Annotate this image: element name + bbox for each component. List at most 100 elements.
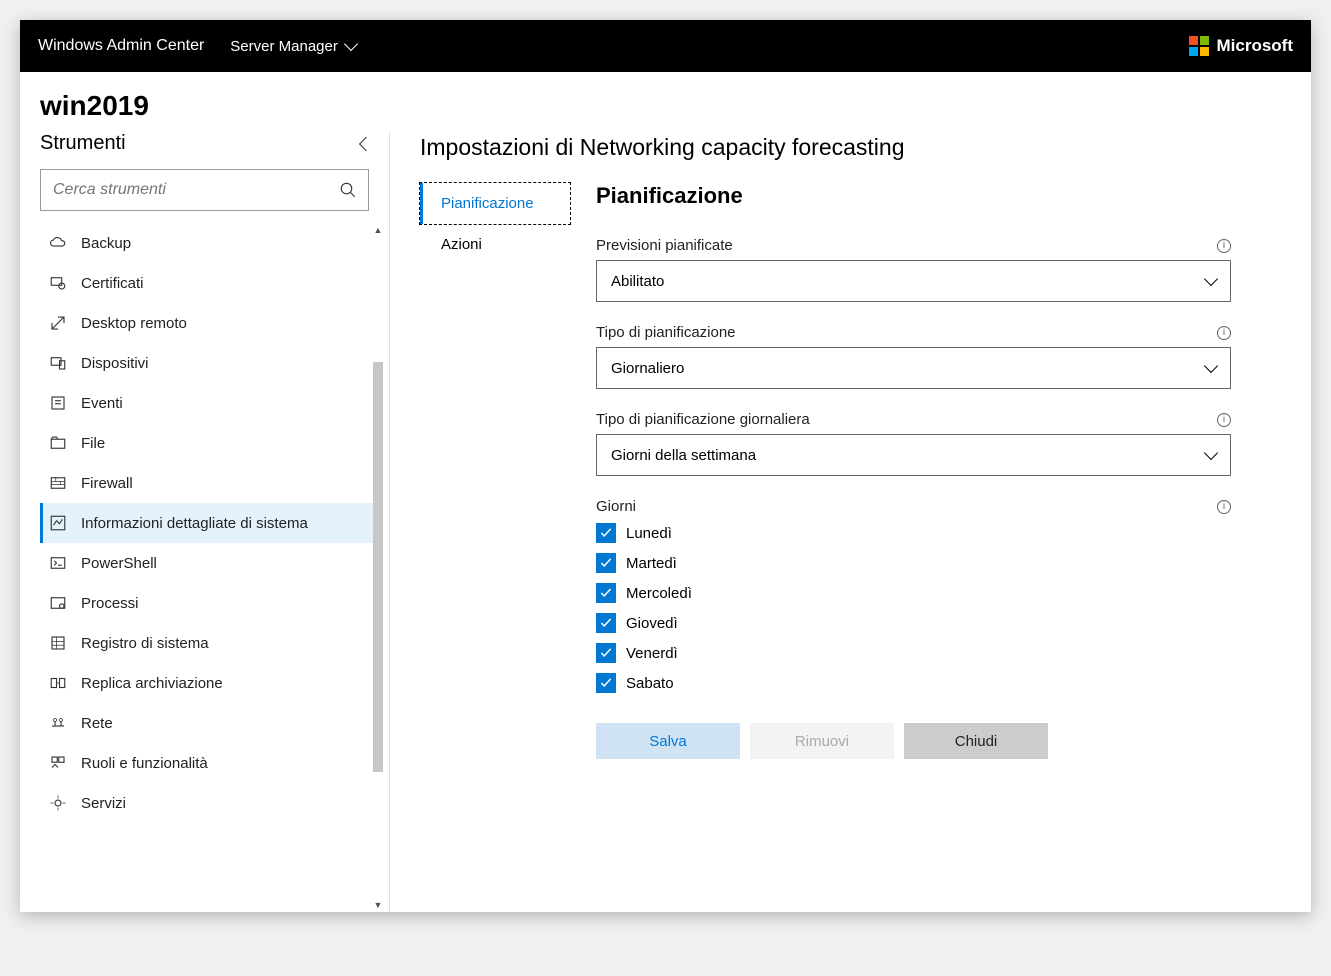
checkbox-icon[interactable] bbox=[596, 553, 616, 573]
select-value: Giorni della settimana bbox=[611, 447, 756, 464]
day-checkbox-row[interactable]: Lunedì bbox=[596, 523, 1231, 543]
checkbox-label: Martedì bbox=[626, 555, 677, 572]
microsoft-logo-icon bbox=[1189, 36, 1209, 56]
chevron-down-icon bbox=[344, 37, 358, 51]
sidebar-item-insights[interactable]: Informazioni dettagliate di sistema bbox=[40, 503, 375, 543]
field-label: Giorni bbox=[596, 498, 636, 515]
events-icon bbox=[49, 394, 67, 412]
settings-heading: Pianificazione bbox=[596, 183, 1231, 209]
tab-pianificazione[interactable]: Pianificazione bbox=[420, 183, 570, 224]
scroll-up-icon[interactable]: ▲ bbox=[372, 223, 385, 237]
sidebar-item-label: Processi bbox=[81, 595, 139, 612]
checkbox-icon[interactable] bbox=[596, 613, 616, 633]
sidebar-item-remote[interactable]: Desktop remoto bbox=[40, 303, 375, 343]
sidebar-item-label: PowerShell bbox=[81, 555, 157, 572]
tool-list: Backup Certificati Desktop remoto Dispositi… bbox=[40, 223, 375, 823]
sidebar-item-label: Rete bbox=[81, 715, 113, 732]
search-input[interactable] bbox=[40, 169, 369, 211]
devices-icon bbox=[49, 354, 67, 372]
topbar: Windows Admin Center Server Manager Micr… bbox=[20, 20, 1311, 72]
scheduled-forecasts-select[interactable]: Abilitato bbox=[596, 260, 1231, 302]
sidebar-item-label: Informazioni dettagliate di sistema bbox=[81, 515, 308, 532]
info-icon[interactable]: i bbox=[1217, 413, 1231, 427]
checkbox-label: Giovedì bbox=[626, 615, 678, 632]
field-daily-type: Tipo di pianificazione giornaliera i Gio… bbox=[596, 411, 1231, 476]
sidebar-item-shell[interactable]: PowerShell bbox=[40, 543, 375, 583]
day-checkbox-row[interactable]: Giovedì bbox=[596, 613, 1231, 633]
roles-icon bbox=[49, 754, 67, 772]
app-title: Windows Admin Center bbox=[38, 37, 204, 55]
sidebar-item-label: Servizi bbox=[81, 795, 126, 812]
sidebar-item-services[interactable]: Servizi bbox=[40, 783, 375, 823]
checkbox-icon[interactable] bbox=[596, 673, 616, 693]
checkbox-icon[interactable] bbox=[596, 523, 616, 543]
checkbox-label: Lunedì bbox=[626, 525, 672, 542]
sidebar-item-devices[interactable]: Dispositivi bbox=[40, 343, 375, 383]
sidebar-item-label: Ruoli e funzionalità bbox=[81, 755, 208, 772]
app-window: Windows Admin Center Server Manager Micr… bbox=[20, 20, 1311, 912]
select-value: Abilitato bbox=[611, 273, 664, 290]
context-dropdown-label: Server Manager bbox=[230, 38, 338, 55]
field-label: Tipo di pianificazione giornaliera bbox=[596, 411, 810, 428]
scroll-down-icon[interactable]: ▼ bbox=[372, 898, 385, 912]
sidebar-item-label: Replica archiviazione bbox=[81, 675, 223, 692]
sidebar-item-file[interactable]: File bbox=[40, 423, 375, 463]
sidebar-item-replica[interactable]: Replica archiviazione bbox=[40, 663, 375, 703]
day-checkbox-row[interactable]: Martedì bbox=[596, 553, 1231, 573]
sidebar-item-label: Backup bbox=[81, 235, 131, 252]
scrollbar-thumb[interactable] bbox=[373, 362, 383, 772]
context-dropdown[interactable]: Server Manager bbox=[230, 38, 356, 55]
info-icon[interactable]: i bbox=[1217, 500, 1231, 514]
services-icon bbox=[49, 794, 67, 812]
daily-type-select[interactable]: Giorni della settimana bbox=[596, 434, 1231, 476]
sidebar-item-label: Desktop remoto bbox=[81, 315, 187, 332]
day-checkbox-row[interactable]: Mercoledì bbox=[596, 583, 1231, 603]
info-icon[interactable]: i bbox=[1217, 239, 1231, 253]
select-value: Giornaliero bbox=[611, 360, 684, 377]
firewall-icon bbox=[49, 474, 67, 492]
sidebar-item-label: Dispositivi bbox=[81, 355, 149, 372]
chevron-down-icon bbox=[1204, 446, 1218, 460]
sidebar-item-roles[interactable]: Ruoli e funzionalità bbox=[40, 743, 375, 783]
scrollbar[interactable]: ▲ ▼ bbox=[369, 223, 387, 912]
tab-azioni[interactable]: Azioni bbox=[420, 224, 570, 265]
remove-button[interactable]: Rimuovi bbox=[750, 723, 894, 759]
checkbox-icon[interactable] bbox=[596, 583, 616, 603]
sidebar-item-registry[interactable]: Registro di sistema bbox=[40, 623, 375, 663]
checkbox-icon[interactable] bbox=[596, 643, 616, 663]
search-icon bbox=[339, 181, 357, 199]
day-checkbox-row[interactable]: Sabato bbox=[596, 673, 1231, 693]
replica-icon bbox=[49, 674, 67, 692]
sidebar-item-label: Registro di sistema bbox=[81, 635, 209, 652]
checkbox-label: Mercoledì bbox=[626, 585, 692, 602]
brand: Microsoft bbox=[1189, 36, 1294, 56]
server-name: win2019 bbox=[20, 72, 1311, 132]
checkbox-label: Venerdì bbox=[626, 645, 678, 662]
chevron-down-icon bbox=[1204, 359, 1218, 373]
sidebar-item-process[interactable]: Processi bbox=[40, 583, 375, 623]
field-label: Tipo di pianificazione bbox=[596, 324, 736, 341]
save-button[interactable]: Salva bbox=[596, 723, 740, 759]
field-schedule-type: Tipo di pianificazione i Giornaliero bbox=[596, 324, 1231, 389]
schedule-type-select[interactable]: Giornaliero bbox=[596, 347, 1231, 389]
sidebar-item-label: Certificati bbox=[81, 275, 144, 292]
field-label: Previsioni pianificate bbox=[596, 237, 733, 254]
sidebar-item-events[interactable]: Eventi bbox=[40, 383, 375, 423]
sidebar-title: Strumenti bbox=[40, 132, 126, 155]
sidebar-item-firewall[interactable]: Firewall bbox=[40, 463, 375, 503]
sidebar-item-cloud[interactable]: Backup bbox=[40, 223, 375, 263]
checkbox-label: Sabato bbox=[626, 675, 674, 692]
sidebar-item-cert[interactable]: Certificati bbox=[40, 263, 375, 303]
sidebar-item-label: File bbox=[81, 435, 105, 452]
sidebar-item-label: Eventi bbox=[81, 395, 123, 412]
sidebar-item-label: Firewall bbox=[81, 475, 133, 492]
sidebar-item-network[interactable]: Rete bbox=[40, 703, 375, 743]
field-scheduled-forecasts: Previsioni pianificate i Abilitato bbox=[596, 237, 1231, 302]
collapse-sidebar-icon[interactable] bbox=[359, 136, 373, 150]
process-icon bbox=[49, 594, 67, 612]
day-checkbox-row[interactable]: Venerdì bbox=[596, 643, 1231, 663]
info-icon[interactable]: i bbox=[1217, 326, 1231, 340]
close-button[interactable]: Chiudi bbox=[904, 723, 1048, 759]
file-icon bbox=[49, 434, 67, 452]
sidebar: Strumenti Backup Certificati Desktop remot… bbox=[20, 132, 390, 912]
